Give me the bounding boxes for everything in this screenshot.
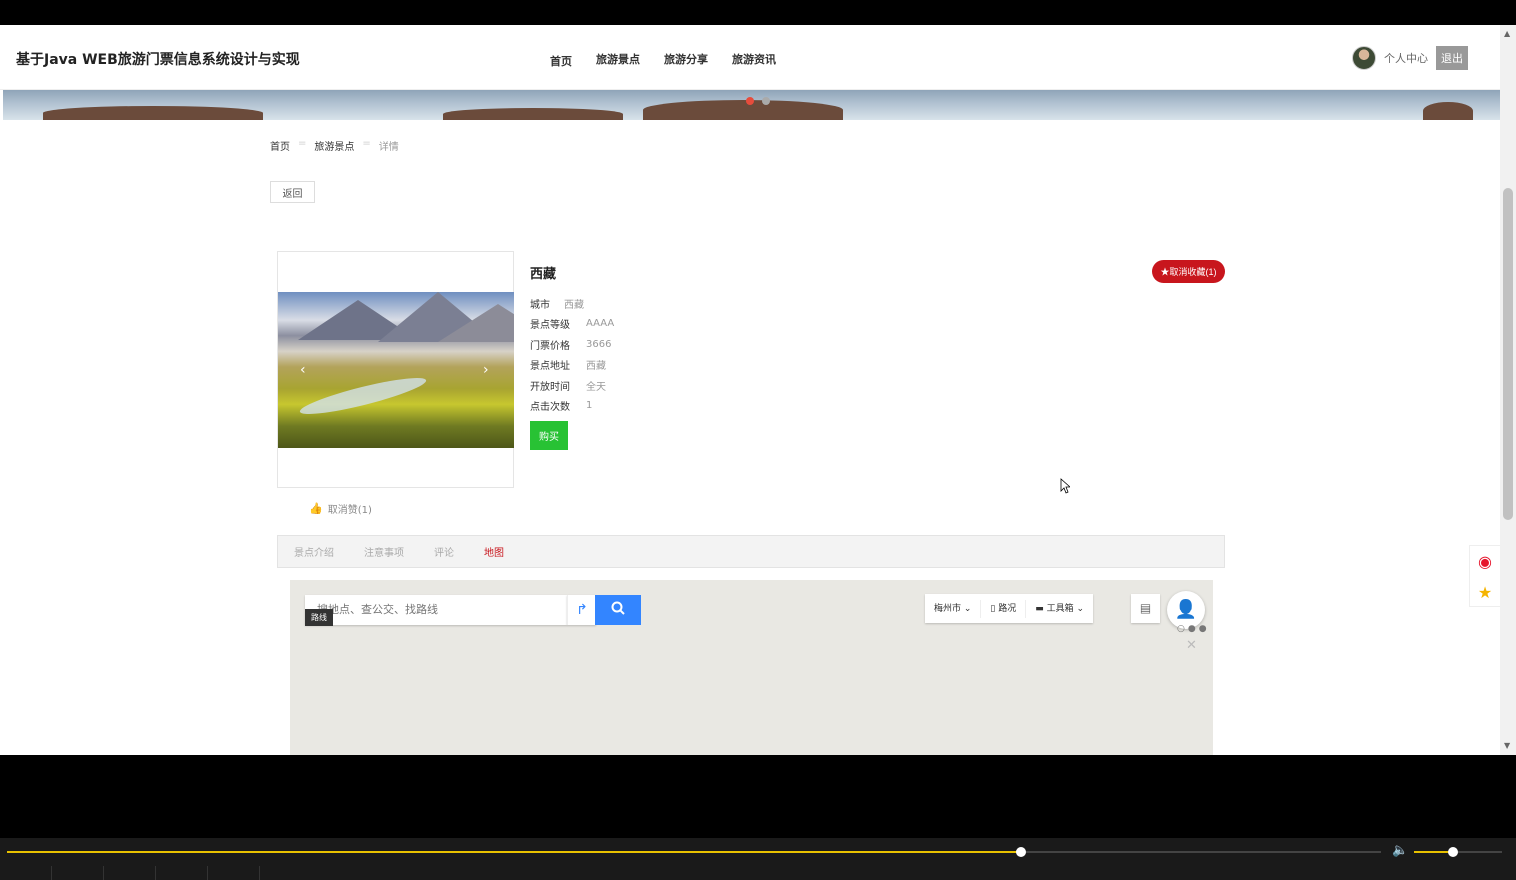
detail-tabs: 景点介绍 注意事项 评论 地图	[277, 535, 1225, 568]
nav-travel-share[interactable]: 旅游分享	[664, 51, 708, 69]
video-player-controls: 🔈	[0, 838, 1516, 880]
info-label: 景点等级	[530, 320, 570, 332]
progress-bar[interactable]	[7, 847, 1381, 857]
progress-fill	[7, 851, 1021, 853]
weibo-icon[interactable]: ◉	[1470, 546, 1500, 577]
breadcrumb-separator: =	[362, 138, 371, 149]
carousel-prev-icon[interactable]: ‹	[300, 362, 306, 378]
info-label: 门票价格	[530, 340, 570, 352]
tab-comments[interactable]: 评论	[434, 544, 454, 559]
info-label: 开放时间	[530, 381, 570, 393]
info-row-clicks: 点击次数 1	[530, 396, 614, 417]
toolbox-label: 工具箱	[1046, 603, 1074, 614]
map-search-input[interactable]	[317, 595, 557, 625]
breadcrumb: 首页 = 旅游景点 = 详情	[270, 138, 399, 153]
map-traffic-button[interactable]: ▯ 路况	[981, 599, 1027, 618]
carousel-dot[interactable]	[762, 97, 770, 105]
browser-viewport: 基于Java WEB旅游门票信息系统设计与实现 首页 旅游景点 旅游分享 旅游资…	[0, 25, 1516, 755]
route-icon[interactable]: ↱	[567, 595, 596, 625]
info-value: 西藏	[586, 361, 606, 373]
progress-knob[interactable]	[1016, 847, 1026, 857]
map-city-select[interactable]: 梅州市 ⌄	[925, 599, 982, 618]
unlike-button[interactable]: 👍 取消赞(1)	[309, 501, 372, 516]
carousel-next-icon[interactable]: ›	[483, 362, 489, 378]
side-share-bar: ◉ ★	[1469, 545, 1501, 607]
avatar[interactable]	[1352, 46, 1376, 70]
volume-knob[interactable]	[1447, 847, 1458, 857]
logout-button[interactable]: 退出	[1436, 46, 1468, 70]
loading-dots-icon: ○●●	[1177, 624, 1210, 634]
nav-home[interactable]: 首页	[550, 53, 572, 69]
info-label: 城市	[530, 299, 550, 311]
main-nav: 首页 旅游景点 旅游分享 旅游资讯	[550, 51, 800, 69]
user-center-link[interactable]: 个人中心	[1384, 50, 1428, 66]
scroll-thumb[interactable]	[1503, 188, 1513, 520]
route-tooltip: 路线	[305, 609, 333, 626]
scroll-down-icon[interactable]: ▼	[1504, 741, 1510, 750]
mouse-cursor-icon	[1060, 478, 1070, 494]
buy-button[interactable]: 购买	[530, 421, 568, 450]
tab-introduction[interactable]: 景点介绍	[294, 544, 334, 559]
breadcrumb-section[interactable]: 旅游景点	[314, 138, 354, 153]
info-value: 3666	[586, 338, 612, 350]
info-label: 点击次数	[530, 402, 570, 414]
message-icon[interactable]: ▤	[1131, 594, 1160, 623]
carousel-dot-active[interactable]	[746, 97, 754, 105]
info-row-city: 城市 西藏	[530, 293, 614, 314]
info-row-open-time: 开放时间 全天	[530, 375, 614, 396]
spot-photo: ‹ ›	[278, 292, 514, 448]
search-icon	[611, 601, 625, 615]
breadcrumb-separator: =	[298, 138, 307, 149]
map-search-box	[305, 595, 567, 625]
site-header: 基于Java WEB旅游门票信息系统设计与实现 首页 旅游景点 旅游分享 旅游资…	[0, 25, 1500, 90]
map-widget[interactable]: 路线 ↱ 梅州市 ⌄ ▯ 路况 ▬ 工具箱 ⌄ ▤ 👤 ○●● ✕	[290, 580, 1213, 755]
close-icon[interactable]: ✕	[1186, 638, 1197, 653]
info-row-address: 景点地址 西藏	[530, 355, 614, 376]
banner-carousel	[3, 90, 1500, 120]
volume-icon[interactable]: 🔈	[1392, 843, 1408, 858]
like-label: 取消赞(1)	[327, 505, 372, 516]
info-value: 1	[586, 400, 593, 412]
spot-photo-frame: ‹ ›	[277, 251, 514, 488]
info-value: 全天	[586, 381, 606, 393]
map-toolbox-button[interactable]: ▬ 工具箱 ⌄	[1026, 600, 1093, 618]
thumbs-up-icon: 👍	[309, 502, 323, 515]
info-label: 景点地址	[530, 361, 570, 373]
info-row-price: 门票价格 3666	[530, 334, 614, 355]
spot-name: 西藏	[530, 267, 557, 282]
tab-notes[interactable]: 注意事项	[364, 544, 404, 559]
traffic-label: 路况	[998, 603, 1017, 614]
breadcrumb-home[interactable]: 首页	[270, 138, 290, 153]
map-search-button[interactable]	[595, 595, 641, 625]
star-icon[interactable]: ★	[1470, 577, 1500, 608]
site-title: 基于Java WEB旅游门票信息系统设计与实现	[16, 52, 300, 68]
breadcrumb-current: 详情	[378, 142, 399, 153]
info-value: 西藏	[564, 299, 584, 311]
info-value: AAAA	[586, 318, 615, 330]
city-label: 梅州市	[934, 603, 962, 614]
player-bottom-bar	[0, 866, 1516, 880]
spot-info-list: 城市 西藏 景点等级 AAAA 门票价格 3666 景点地址 西藏 开放时间 全…	[530, 293, 614, 416]
info-row-level: 景点等级 AAAA	[530, 314, 614, 335]
scroll-up-icon[interactable]: ▲	[1504, 29, 1510, 38]
page-scrollbar[interactable]: ▲ ▼	[1500, 25, 1516, 755]
nav-travel-news[interactable]: 旅游资讯	[732, 51, 776, 69]
unfavorite-button[interactable]: ★取消收藏(1)	[1152, 260, 1225, 283]
tab-map[interactable]: 地图	[484, 544, 504, 559]
map-toolbar: 梅州市 ⌄ ▯ 路况 ▬ 工具箱 ⌄	[925, 594, 1094, 623]
volume-fill	[1414, 851, 1453, 853]
back-button[interactable]: 返回	[270, 181, 315, 203]
volume-slider[interactable]	[1414, 847, 1502, 857]
nav-scenic-spots[interactable]: 旅游景点	[596, 51, 640, 69]
user-area: 个人中心 退出	[1352, 46, 1468, 70]
